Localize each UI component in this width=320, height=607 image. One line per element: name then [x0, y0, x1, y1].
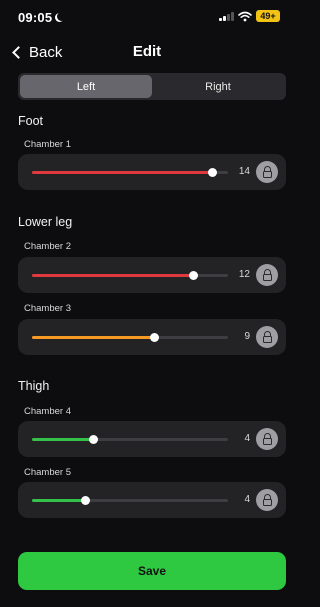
save-button[interactable]: Save — [18, 552, 286, 590]
navigation-bar: Back Edit — [0, 40, 294, 64]
chamber-slider[interactable] — [32, 496, 228, 505]
lock-button[interactable] — [256, 264, 278, 286]
chamber-card: 14 — [18, 154, 286, 190]
chamber-card: 12 — [18, 257, 286, 293]
signal-icon — [219, 11, 234, 21]
chamber-label: Chamber 1 — [24, 139, 71, 150]
chamber-label: Chamber 5 — [24, 467, 71, 478]
section-title-foot: Foot — [18, 114, 44, 128]
status-bar: 09:05 49+ — [0, 0, 294, 32]
wifi-icon — [238, 11, 252, 21]
section-title-lower-leg: Lower leg — [18, 215, 73, 229]
page-title: Edit — [132, 43, 162, 60]
chamber-card: 4 — [18, 482, 286, 518]
lock-button[interactable] — [256, 161, 278, 183]
section-title-thigh: Thigh — [18, 379, 50, 393]
chamber-value: 9 — [244, 331, 250, 342]
chamber-label: Chamber 3 — [24, 303, 71, 314]
status-icons: 49+ — [219, 10, 280, 22]
chamber-label: Chamber 2 — [24, 241, 71, 252]
chamber-slider[interactable] — [32, 435, 228, 444]
slider-thumb[interactable] — [80, 496, 90, 505]
chamber-value: 4 — [244, 433, 250, 444]
chamber-value: 12 — [238, 269, 250, 280]
battery-icon: 49+ — [256, 10, 280, 22]
chamber-slider[interactable] — [32, 271, 228, 280]
segment-right[interactable]: Right — [152, 75, 284, 98]
slider-thumb[interactable] — [208, 168, 218, 177]
chamber-slider[interactable] — [32, 333, 228, 342]
chamber-card: 9 — [18, 319, 286, 355]
moon-icon — [57, 12, 66, 21]
lock-button[interactable] — [256, 326, 278, 348]
slider-thumb[interactable] — [188, 271, 198, 280]
chamber-value: 4 — [244, 494, 250, 505]
side-segmented-control: Left Right — [18, 73, 286, 100]
status-time: 09:05 — [18, 10, 64, 25]
chamber-card: 4 — [18, 421, 286, 457]
chamber-slider[interactable] — [32, 168, 228, 177]
chamber-label: Chamber 4 — [24, 406, 71, 417]
lock-button[interactable] — [256, 489, 278, 511]
chamber-value: 14 — [238, 166, 250, 177]
lock-button[interactable] — [256, 428, 278, 450]
segment-left[interactable]: Left — [20, 75, 152, 98]
slider-thumb[interactable] — [88, 435, 98, 444]
slider-thumb[interactable] — [149, 333, 159, 342]
